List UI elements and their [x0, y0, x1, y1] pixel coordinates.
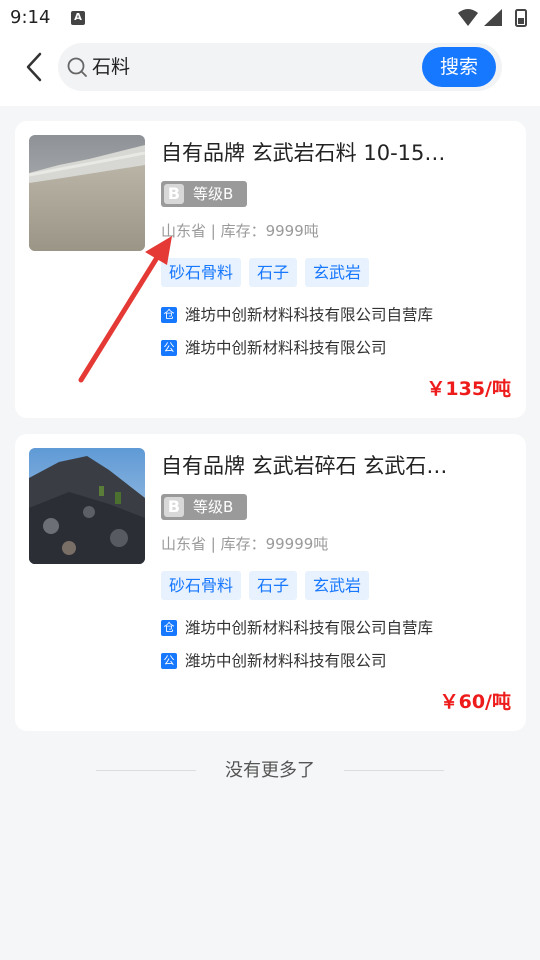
company-icon: 公 — [161, 340, 177, 356]
warehouse-row: 仓 潍坊中创新材料科技有限公司自营库 — [161, 305, 433, 325]
product-card[interactable]: 自有品牌 玄武岩石料 10-15… B 等级B 山东省 | 库存：9999吨 砂… — [15, 121, 526, 418]
product-card[interactable]: 自有品牌 玄武岩碎石 玄武石… B 等级B 山东省 | 库存：99999吨 砂石… — [15, 434, 526, 731]
search-bar[interactable]: 石料 搜索 — [58, 43, 502, 91]
tag-list: 砂石骨料 石子 玄武岩 — [161, 571, 370, 600]
status-time: 9:14 — [10, 7, 51, 28]
company-name: 潍坊中创新材料科技有限公司 — [185, 652, 387, 670]
search-icon — [67, 57, 87, 77]
product-price: ￥135/吨 — [426, 378, 511, 400]
tag: 石子 — [249, 571, 298, 600]
tag: 玄武岩 — [305, 571, 370, 600]
company-icon: 公 — [161, 653, 177, 669]
company-row: 公 潍坊中创新材料科技有限公司 — [161, 651, 387, 671]
signal-icon — [484, 9, 502, 26]
back-icon[interactable] — [20, 50, 50, 84]
tag-list: 砂石骨料 石子 玄武岩 — [161, 258, 370, 287]
product-image-basalt-rocks[interactable] — [29, 448, 145, 564]
grade-badge: B 等级B — [161, 181, 247, 207]
product-meta: 山东省 | 库存：99999吨 — [161, 535, 329, 553]
product-price: ￥60/吨 — [439, 691, 511, 713]
warehouse-name: 潍坊中创新材料科技有限公司自营库 — [185, 306, 434, 324]
warehouse-icon: 仓 — [161, 307, 177, 323]
grade-badge: B 等级B — [161, 494, 247, 520]
search-header: 石料 搜索 — [0, 36, 540, 106]
warehouse-icon: 仓 — [161, 620, 177, 636]
end-of-list: 没有更多了 — [0, 758, 540, 784]
status-bar: 9:14 A — [0, 0, 540, 36]
search-button[interactable]: 搜索 — [422, 47, 496, 87]
grade-label: 等级B — [193, 185, 234, 203]
status-icons — [458, 9, 527, 27]
grade-letter: B — [164, 497, 184, 517]
tag: 砂石骨料 — [161, 258, 242, 287]
warehouse-row: 仓 潍坊中创新材料科技有限公司自营库 — [161, 618, 433, 638]
company-row: 公 潍坊中创新材料科技有限公司 — [161, 338, 387, 358]
product-title: 自有品牌 玄武岩碎石 玄武石… — [161, 454, 448, 478]
product-title: 自有品牌 玄武岩石料 10-15… — [161, 141, 446, 165]
product-meta: 山东省 | 库存：9999吨 — [161, 222, 319, 240]
company-name: 潍坊中创新材料科技有限公司 — [185, 339, 387, 357]
wifi-icon — [458, 9, 478, 26]
product-image-basalt-gravel[interactable] — [29, 135, 145, 251]
grade-label: 等级B — [193, 498, 234, 516]
no-more-label: 没有更多了 — [225, 760, 315, 781]
tag: 石子 — [249, 258, 298, 287]
tag: 砂石骨料 — [161, 571, 242, 600]
search-input[interactable]: 石料 — [92, 54, 130, 80]
tag: 玄武岩 — [305, 258, 370, 287]
grade-letter: B — [164, 184, 184, 204]
warehouse-name: 潍坊中创新材料科技有限公司自营库 — [185, 619, 434, 637]
notification-icon: A — [71, 11, 85, 25]
divider-right — [344, 770, 444, 771]
